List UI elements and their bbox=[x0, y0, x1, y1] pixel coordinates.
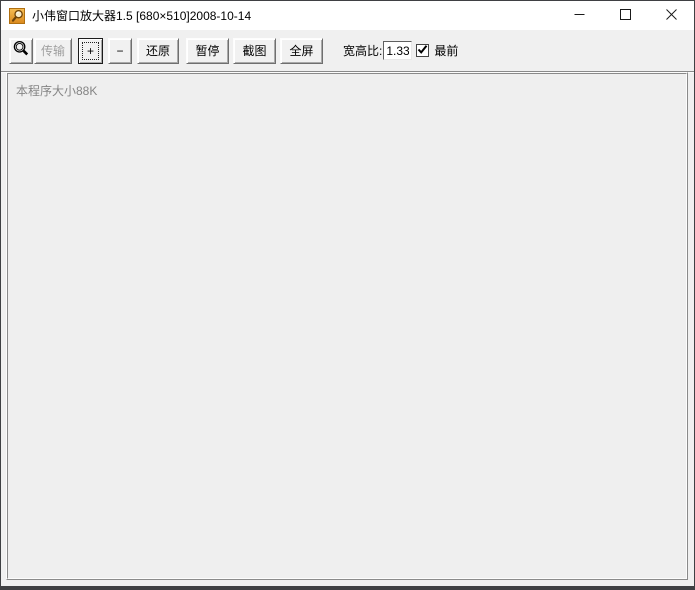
transfer-button-label: 传输 bbox=[40, 44, 65, 58]
close-icon bbox=[665, 8, 677, 23]
magnifier-view: 本程序大小88K bbox=[7, 73, 687, 579]
fullscreen-button[interactable]: 全屏 bbox=[280, 37, 323, 64]
pause-button-label: 暂停 bbox=[195, 44, 220, 58]
maximize-button[interactable] bbox=[602, 1, 648, 30]
checkmark-icon bbox=[417, 42, 428, 60]
aspect-ratio-input[interactable] bbox=[383, 41, 413, 60]
toolbar: 传输 + − 还原 暂停 截图 全屏 宽高比: 1.33 最前 bbox=[1, 30, 694, 72]
restore-button[interactable]: 还原 bbox=[137, 37, 179, 64]
title-bar: 小伟窗口放大器1.5 [680×510]2008-10-14 bbox=[1, 1, 694, 30]
magnifier-icon bbox=[12, 40, 30, 61]
app-window: 小伟窗口放大器1.5 [680×510]2008-10-14 传输 + − 还原… bbox=[0, 0, 695, 590]
minimize-icon bbox=[574, 8, 585, 23]
status-message: 本程序大小88K bbox=[16, 84, 98, 98]
aspect-ratio-group: 宽高比: 最前 bbox=[343, 41, 458, 60]
topmost-label: 最前 bbox=[434, 44, 459, 58]
restore-button-label: 还原 bbox=[145, 44, 170, 58]
zoom-in-button-label: + bbox=[86, 43, 94, 58]
fullscreen-button-label: 全屏 bbox=[289, 44, 314, 58]
zoom-in-button[interactable]: + bbox=[78, 37, 103, 64]
maximize-icon bbox=[619, 8, 631, 23]
screenshot-button-label: 截图 bbox=[242, 44, 267, 58]
close-button[interactable] bbox=[648, 1, 694, 30]
minimize-button[interactable] bbox=[556, 1, 602, 30]
caption-buttons bbox=[556, 1, 694, 30]
magnifier-app-icon bbox=[9, 7, 25, 24]
transfer-button[interactable]: 传输 bbox=[34, 37, 72, 64]
magnify-button[interactable] bbox=[9, 37, 33, 64]
pause-button[interactable]: 暂停 bbox=[186, 37, 229, 64]
zoom-out-button-label: − bbox=[116, 43, 124, 58]
window-title: 小伟窗口放大器1.5 [680×510]2008-10-14 bbox=[32, 9, 252, 23]
zoom-out-button[interactable]: − bbox=[108, 37, 132, 64]
topmost-checkbox[interactable] bbox=[416, 42, 430, 60]
magnifier-view-panel: 本程序大小88K bbox=[6, 72, 688, 580]
screenshot-button[interactable]: 截图 bbox=[233, 37, 276, 64]
aspect-ratio-label: 宽高比: bbox=[343, 44, 383, 58]
